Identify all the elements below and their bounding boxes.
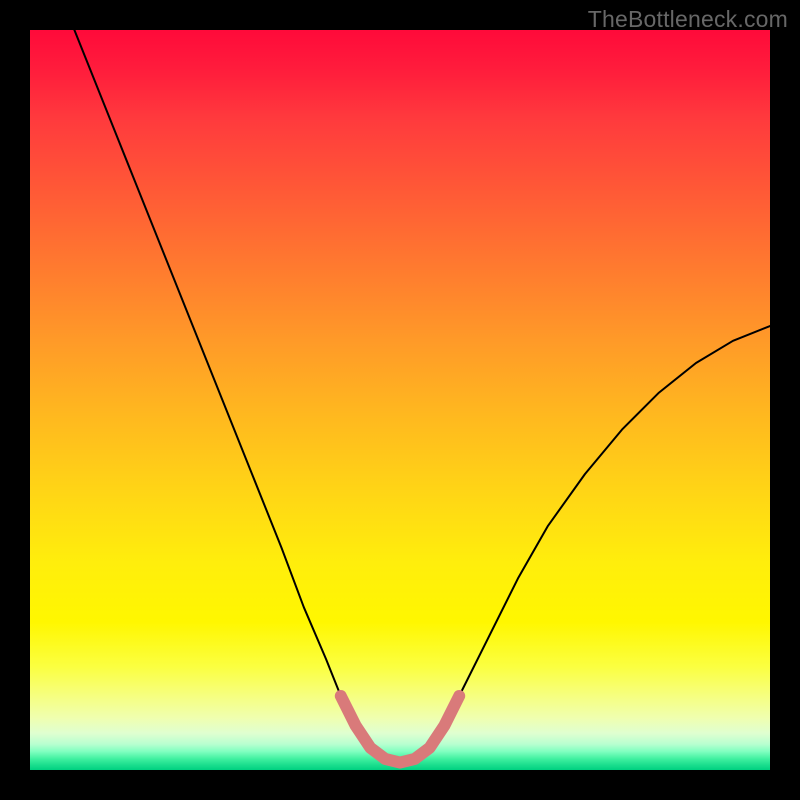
chart-frame: TheBottleneck.com [0,0,800,800]
chart-svg [30,30,770,770]
plot-area [30,30,770,770]
pink-bottom-segment [341,696,459,763]
series-group [74,30,770,763]
black-curve [74,30,770,763]
watermark-text: TheBottleneck.com [588,6,788,33]
